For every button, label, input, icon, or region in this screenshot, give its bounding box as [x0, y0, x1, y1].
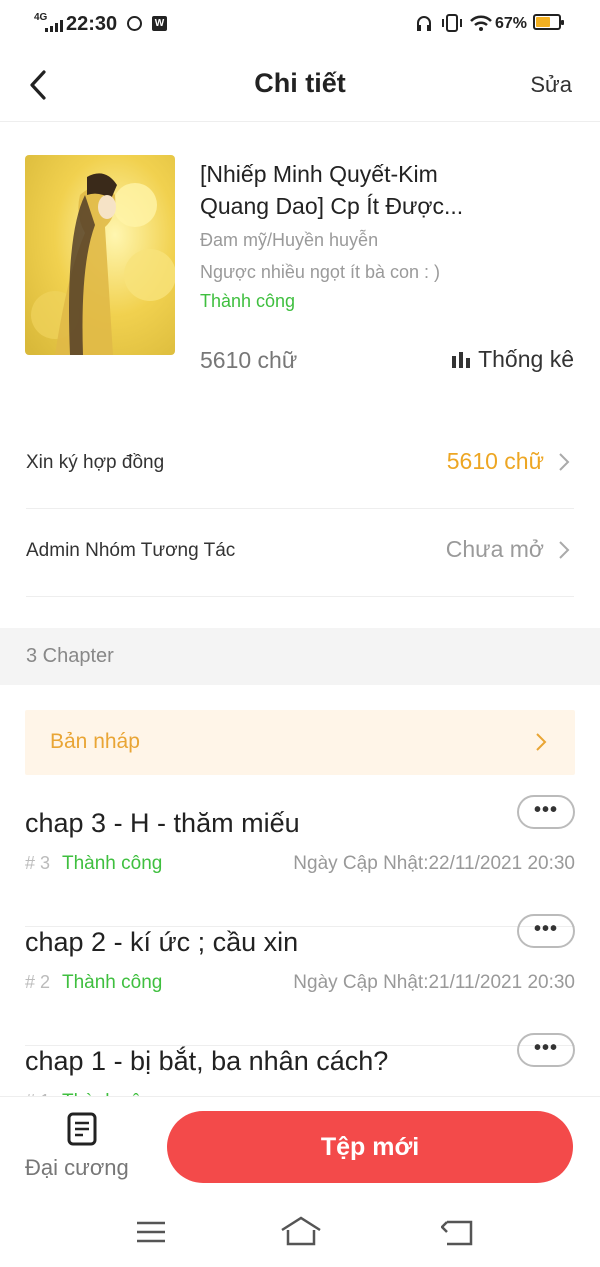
chevron-right-icon: [559, 453, 570, 471]
book-status: Thành công: [200, 291, 296, 311]
stats-button[interactable]: Thống kê: [452, 346, 574, 373]
book-title: [Nhiếp Minh Quyết-Kim Quang Dao] Cp Ít Đ…: [200, 158, 580, 222]
app-notification-icon: W: [152, 16, 167, 31]
headphones-icon: [417, 16, 431, 31]
sync-icon: [127, 16, 142, 31]
battery-icon: [533, 14, 564, 30]
row-value: 5610 chữ: [446, 448, 544, 474]
chapter-title: chap 2 - kí ức ; cầu xin: [25, 927, 299, 957]
book-cover-image[interactable]: [25, 155, 175, 355]
more-options-button[interactable]: •••: [517, 1033, 575, 1067]
chapter-number: # 3: [25, 853, 51, 873]
header-divider: [0, 121, 600, 122]
document-icon: [67, 1112, 97, 1146]
back-nav-icon[interactable]: [441, 1220, 473, 1246]
chapter-title: chap 3 - H - thăm miếu: [25, 808, 300, 838]
clock: 22:30: [66, 13, 118, 35]
row-value: Chưa mở: [445, 536, 544, 562]
chevron-right-icon: [559, 541, 570, 559]
new-file-button[interactable]: Tệp mới: [167, 1111, 573, 1183]
book-tagline: Ngược nhiều ngọt ít bà con : ): [200, 262, 440, 282]
book-title-line: Quang Dao] Cp Ít Được...: [200, 193, 464, 219]
row-contract[interactable]: Xin ký hợp đồng 5610 chữ: [26, 420, 574, 509]
chapter-item[interactable]: chap 2 - kí ức ; cầu xin # 2 Thành công …: [25, 914, 575, 1046]
more-options-button[interactable]: •••: [517, 795, 575, 829]
word-count: 5610 chữ: [200, 347, 298, 373]
status-bar: 4G 22:30 W 67%: [0, 0, 600, 48]
row-label: Xin ký hợp đồng: [26, 452, 165, 473]
battery-percent: 67%: [495, 15, 528, 32]
row-label: Admin Nhóm Tương Tác: [26, 540, 236, 561]
book-genre: Đam mỹ/Huyền huyễn: [200, 230, 379, 250]
chapter-item[interactable]: chap 3 - H - thăm miếu # 3 Thành công Ng…: [25, 795, 575, 927]
home-icon[interactable]: [280, 1216, 322, 1246]
page-title: Chi tiết: [254, 68, 346, 98]
chapter-count: 3 Chapter: [26, 645, 114, 667]
book-title-line: [Nhiếp Minh Quyết-Kim: [200, 161, 438, 187]
chapter-status: Thành công: [62, 853, 163, 874]
chevron-right-icon: [536, 733, 547, 751]
chapter-section-header: 3 Chapter: [0, 628, 600, 685]
vibrate-icon: [442, 14, 462, 32]
row-admin-group[interactable]: Admin Nhóm Tương Tác Chưa mở: [26, 508, 574, 597]
signal-icon: [45, 20, 63, 32]
stats-label: Thống kê: [478, 346, 574, 372]
chapter-status: Thành công: [62, 972, 163, 993]
edit-button[interactable]: Sửa: [530, 72, 572, 98]
draft-label: Bản nháp: [50, 730, 140, 753]
chapter-title: chap 1 - bị bắt, ba nhân cách?: [25, 1046, 389, 1076]
menu-icon[interactable]: [136, 1220, 166, 1244]
draft-row[interactable]: Bản nháp: [25, 710, 575, 775]
bar-chart-icon: [452, 352, 471, 368]
chapter-updated-date: Ngày Cập Nhật:21/11/2021 20:30: [293, 972, 575, 993]
outline-label[interactable]: Đại cương: [25, 1155, 129, 1181]
chapter-number: # 2: [25, 972, 51, 992]
wifi-icon: [470, 15, 492, 31]
chapter-updated-date: Ngày Cập Nhật:22/11/2021 20:30: [293, 853, 575, 874]
more-options-button[interactable]: •••: [517, 914, 575, 948]
system-nav-bar: [0, 1200, 600, 1267]
